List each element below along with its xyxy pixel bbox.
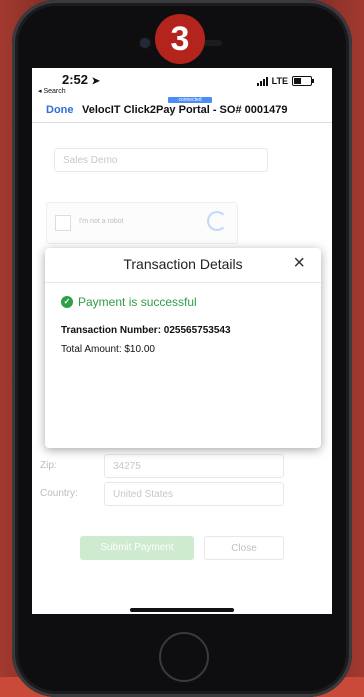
phone-screen: 2:52 ➤ ◂ Search LTE connected Done Veloc… bbox=[32, 68, 332, 614]
recaptcha-widget[interactable]: I'm not a robot bbox=[46, 202, 238, 244]
recaptcha-icon bbox=[207, 211, 227, 231]
battery-icon bbox=[292, 76, 314, 86]
country-label: Country: bbox=[40, 488, 78, 499]
modal-title: Transaction Details bbox=[123, 256, 243, 272]
page-title: VelocIT Click2Pay Portal - SO# 0001479 bbox=[82, 104, 288, 116]
check-circle-icon: ✓ bbox=[61, 296, 73, 308]
zip-field[interactable]: 34275 bbox=[104, 454, 284, 478]
captcha-checkbox[interactable] bbox=[55, 215, 71, 231]
transaction-details-modal: Transaction Details × ✓ Payment is succe… bbox=[45, 248, 321, 448]
transaction-number: Transaction Number: 025565753543 bbox=[61, 325, 231, 336]
home-button[interactable] bbox=[159, 632, 209, 682]
connected-badge: connected bbox=[168, 97, 212, 103]
network-type: LTE bbox=[271, 76, 288, 86]
terminal-select-value: Sales Demo bbox=[63, 155, 118, 166]
status-time: 2:52 ➤ bbox=[62, 72, 100, 87]
home-indicator bbox=[130, 608, 234, 612]
time-text: 2:52 bbox=[62, 72, 89, 87]
done-button[interactable]: Done bbox=[46, 104, 74, 116]
signal-area: LTE bbox=[256, 76, 314, 86]
browser-nav-bar: connected Done VelocIT Click2Pay Portal … bbox=[32, 96, 332, 123]
status-bar: 2:52 ➤ ◂ Search LTE bbox=[32, 68, 332, 98]
signal-bars-icon bbox=[256, 76, 268, 86]
zip-value: 34275 bbox=[113, 461, 141, 472]
success-text: Payment is successful bbox=[78, 295, 197, 309]
total-amount: Total Amount: $10.00 bbox=[61, 344, 155, 355]
captcha-label: I'm not a robot bbox=[79, 218, 124, 225]
submit-payment-button[interactable]: Submit Payment bbox=[80, 536, 194, 560]
close-form-button[interactable]: Close bbox=[204, 536, 284, 560]
camera-icon bbox=[140, 38, 150, 48]
success-message: ✓ Payment is successful bbox=[61, 295, 197, 309]
country-select[interactable]: United States bbox=[104, 482, 284, 506]
location-arrow-icon: ➤ bbox=[91, 76, 101, 87]
country-value: United States bbox=[113, 489, 174, 500]
zip-label: Zip: bbox=[40, 460, 57, 471]
step-badge: 3 bbox=[155, 14, 205, 64]
back-to-search-link[interactable]: ◂ Search bbox=[38, 87, 66, 95]
modal-header: Transaction Details × bbox=[45, 248, 321, 283]
terminal-select[interactable]: Sales Demo bbox=[54, 148, 268, 172]
close-icon[interactable]: × bbox=[293, 252, 305, 275]
